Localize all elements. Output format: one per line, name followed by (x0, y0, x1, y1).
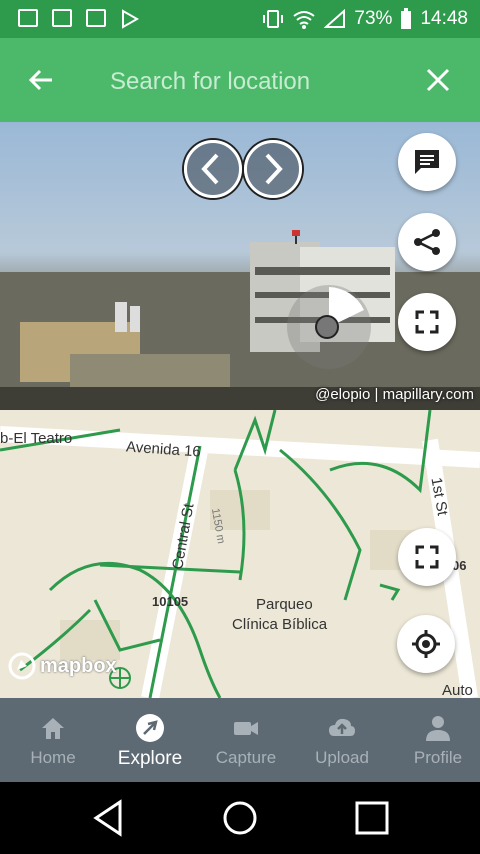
nav-explore-label: Explore (117, 748, 183, 769)
play-store-notification-icon (122, 9, 140, 29)
app-bar (0, 38, 480, 122)
mapbox-mark-icon (8, 652, 36, 680)
battery-icon (401, 8, 412, 29)
system-navigation-bar (0, 782, 480, 854)
fullscreen-icon (415, 310, 439, 334)
nav-upload-label: Upload (315, 748, 369, 767)
nav-home-label: Home (30, 748, 76, 767)
chevron-left-icon (201, 153, 219, 185)
person-icon (426, 716, 450, 741)
previous-image-button[interactable] (184, 140, 242, 198)
gallery-notification-icon (18, 9, 38, 27)
nav-capture-label: Capture (215, 748, 277, 767)
next-image-button[interactable] (244, 140, 302, 198)
bottom-navigation: Home Explore Capture Upload Profile (0, 698, 480, 782)
map-label-el-teatro: b-El Teatro (0, 430, 73, 447)
view-direction-indicator (287, 285, 371, 369)
nav-explore[interactable]: Explore (102, 698, 198, 782)
signal-icon (324, 9, 346, 28)
wifi-icon (293, 11, 316, 29)
video-camera-icon (234, 722, 258, 735)
my-location-button[interactable] (397, 615, 455, 673)
map-label-auto-edge: Auto (442, 682, 473, 698)
map-label-poi-line1: Parqueo (256, 596, 313, 613)
status-bar: 73% 14:48 (0, 0, 480, 38)
map-label-postal: 10105 (152, 594, 189, 609)
map-label-poi-line2: Clínica Bíblica (232, 616, 328, 633)
comments-button[interactable] (398, 133, 456, 191)
system-home-icon[interactable] (220, 798, 260, 838)
back-arrow-icon[interactable] (22, 60, 62, 100)
mapbox-logo[interactable]: mapbox (8, 652, 117, 680)
gps-target-icon (412, 630, 440, 658)
nav-upload[interactable]: Upload (294, 698, 390, 782)
home-icon (42, 718, 64, 739)
explore-icon (136, 714, 164, 742)
message-notification-icon (52, 9, 72, 27)
photo-fullscreen-button[interactable] (398, 293, 456, 351)
vibrate-icon (263, 10, 284, 28)
battery-percent: 73% (354, 8, 393, 29)
close-icon[interactable] (418, 60, 458, 100)
share-icon (414, 229, 440, 255)
nav-capture[interactable]: Capture (198, 698, 294, 782)
nav-profile[interactable]: Profile (390, 698, 480, 782)
chevron-right-icon (265, 153, 283, 185)
nav-profile-label: Profile (413, 748, 463, 767)
nav-home[interactable]: Home (5, 698, 101, 782)
cloud-upload-icon (329, 718, 355, 736)
system-recents-icon[interactable] (352, 798, 392, 838)
notification-icons (18, 9, 140, 29)
mapbox-wordmark: mapbox (40, 654, 117, 677)
map-fullscreen-button[interactable] (398, 528, 456, 586)
clock: 14:48 (420, 8, 468, 29)
image-credit[interactable]: @elopio | mapillary.com (315, 386, 474, 403)
share-button[interactable] (398, 213, 456, 271)
fullscreen-icon (415, 545, 439, 569)
search-input[interactable] (108, 62, 412, 102)
news-notification-icon (86, 9, 106, 27)
comment-icon (415, 150, 439, 174)
system-back-icon[interactable] (88, 798, 128, 838)
